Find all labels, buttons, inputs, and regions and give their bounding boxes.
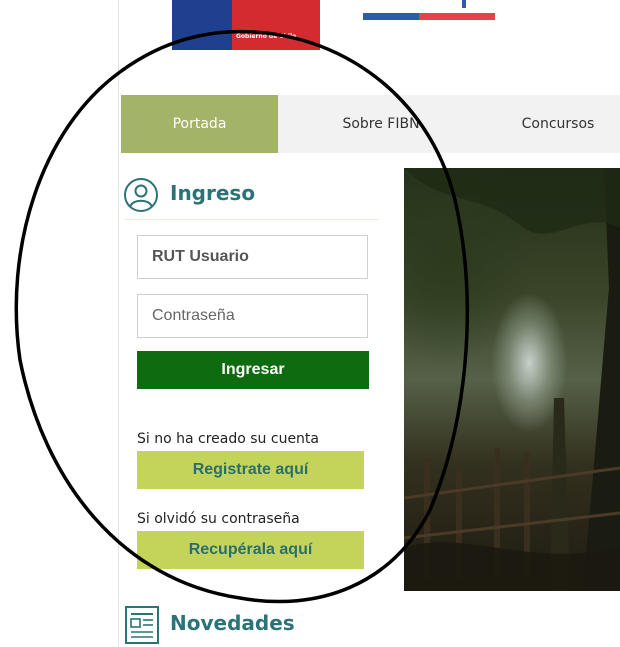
brand-stripe-red [419, 13, 495, 20]
news-title: Novedades [170, 611, 295, 635]
forest-scene [404, 168, 620, 591]
logo-blue-block [172, 0, 232, 50]
recover-prompt: Si olvidó su contraseña [137, 511, 300, 527]
user-circle-icon [124, 178, 158, 212]
hero-forest-photo [404, 168, 620, 591]
page-left-border [118, 0, 119, 647]
logo-caption: Gobierno de Chile [236, 33, 297, 40]
login-divider [124, 219, 378, 220]
newspaper-icon [125, 606, 159, 644]
brand-stripe-blue [363, 13, 419, 20]
gobierno-de-chile-logo[interactable]: Gobierno de Chile [172, 0, 322, 50]
logo-red-block [232, 0, 320, 50]
login-title: Ingreso [170, 181, 256, 205]
recover-password-button[interactable]: Recupérala aquí [137, 531, 364, 569]
nav-tab-portada[interactable]: Portada [121, 95, 278, 153]
register-button[interactable]: Registrate aquí [137, 451, 364, 489]
login-button[interactable]: Ingresar [137, 351, 369, 389]
nav-tab-concursos[interactable]: Concursos [481, 95, 620, 153]
nav-tab-sobre-fibn[interactable]: Sobre FIBN [301, 95, 461, 153]
password-input[interactable] [137, 294, 368, 338]
register-prompt: Si no ha creado su cuenta [137, 431, 319, 447]
main-nav: Portada Sobre FIBN Concursos [121, 95, 620, 153]
brand-logo-fragment [462, 0, 466, 8]
brand-logo-stripe[interactable] [363, 13, 495, 20]
rut-input[interactable] [137, 235, 368, 279]
